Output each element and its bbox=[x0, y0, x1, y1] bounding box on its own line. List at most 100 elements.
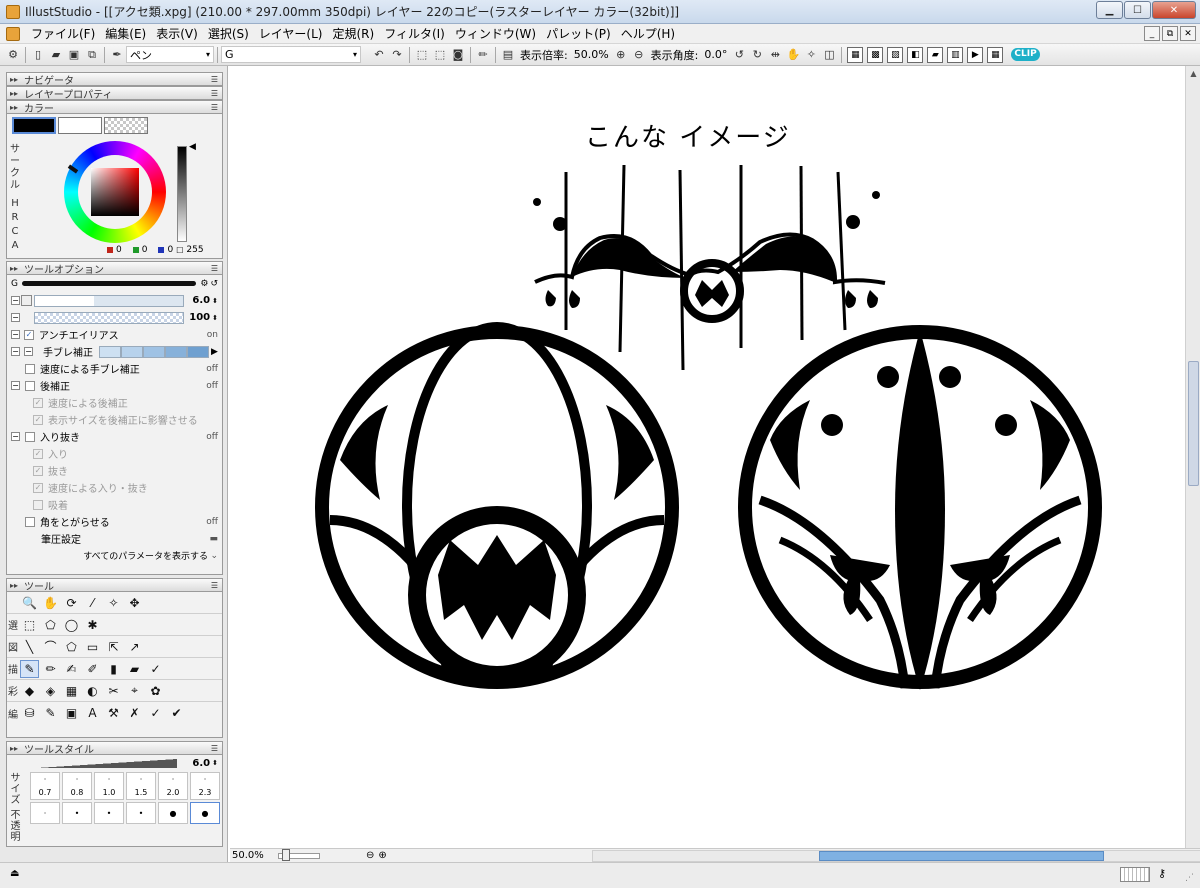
vertical-scrollbar[interactable]: ▲ bbox=[1185, 66, 1200, 848]
fill-lasso-icon[interactable]: ◈ bbox=[41, 682, 60, 700]
option-row[interactable]: − 後補正 off bbox=[7, 377, 222, 394]
option-checkbox[interactable] bbox=[25, 516, 35, 527]
menu-select[interactable]: 選択(S) bbox=[203, 25, 254, 42]
vertical-scroll-thumb[interactable] bbox=[1188, 361, 1199, 486]
open-folder-icon[interactable]: ▰ bbox=[48, 47, 64, 63]
collapse-icon[interactable]: − bbox=[11, 313, 20, 322]
size-preset[interactable]: • bbox=[62, 802, 92, 824]
fill-tool-icon[interactable]: ◆ bbox=[20, 682, 39, 700]
pressure-settings-row[interactable]: 筆圧設定 ▬ bbox=[7, 530, 222, 547]
stamp-tool-icon[interactable]: ⛁ bbox=[20, 704, 39, 722]
document-icon[interactable] bbox=[6, 26, 20, 41]
stabilizer-row[interactable]: − − 手ブレ補正 ▶ bbox=[7, 343, 222, 360]
opacity-tab[interactable]: 不透明 bbox=[10, 810, 21, 843]
option-checkbox[interactable] bbox=[25, 380, 35, 391]
menu-view[interactable]: 表示(V) bbox=[151, 25, 203, 42]
spin-icon[interactable]: ⬍ bbox=[212, 297, 218, 305]
pick-icon[interactable]: ✧ bbox=[803, 47, 819, 63]
size-preset[interactable]: • bbox=[126, 802, 156, 824]
settings-icon[interactable]: ▬ bbox=[209, 534, 218, 544]
vector-line-icon[interactable]: ✔ bbox=[167, 704, 186, 722]
blend-tool-icon[interactable]: ◐ bbox=[83, 682, 102, 700]
grid-icon[interactable]: ▦ bbox=[987, 46, 1004, 63]
size-preset[interactable]: ● bbox=[158, 802, 188, 824]
close-button[interactable]: ✕ bbox=[1152, 1, 1196, 19]
eyedropper-tool-icon[interactable]: ⁄ bbox=[83, 594, 102, 612]
navigator-header[interactable]: ▸▸ ナビゲータ ☰ bbox=[6, 72, 223, 87]
panel-menu-icon[interactable]: ☰ bbox=[211, 89, 218, 98]
mode-r[interactable]: R bbox=[10, 212, 20, 224]
frame-tool-icon[interactable]: ▣ bbox=[62, 704, 81, 722]
size-wedge[interactable] bbox=[37, 758, 177, 768]
transparent-swatch[interactable] bbox=[104, 117, 148, 134]
value-slider[interactable] bbox=[177, 146, 187, 242]
expand-icon[interactable]: ▸▸ bbox=[10, 744, 18, 753]
flip-icon[interactable]: ⇹ bbox=[767, 47, 783, 63]
zoom-in-icon[interactable]: ⊕ bbox=[378, 850, 386, 861]
brush-settings-icon[interactable]: ⚙ bbox=[200, 279, 208, 289]
size-preset[interactable]: · bbox=[30, 802, 60, 824]
save-all-icon[interactable]: ⧉ bbox=[84, 47, 100, 63]
hand-tool-icon[interactable]: ✋ bbox=[41, 594, 60, 612]
option-checkbox[interactable] bbox=[25, 431, 35, 442]
lasso-select-icon[interactable]: ◯ bbox=[62, 616, 81, 634]
pen-icon[interactable]: ✏ bbox=[475, 47, 491, 63]
show-all-params-link[interactable]: すべてのパラメータを表示する ⌄ bbox=[7, 547, 222, 564]
balloon-tool-icon[interactable]: ⚒ bbox=[104, 704, 123, 722]
rotate-tool-icon[interactable]: ⟳ bbox=[62, 594, 81, 612]
mode-a[interactable]: A bbox=[10, 240, 20, 252]
brush-tool-icon[interactable]: ✐ bbox=[83, 660, 102, 678]
antialias-row[interactable]: − ✓ アンチエイリアス on bbox=[7, 326, 222, 343]
hand-icon[interactable]: ✋ bbox=[785, 47, 801, 63]
new-file-icon[interactable]: ▯ bbox=[30, 47, 46, 63]
zoom-out-icon[interactable]: ⊖ bbox=[366, 850, 374, 861]
size-preset[interactable]: · 2.3 bbox=[190, 772, 220, 800]
rect-select-icon[interactable]: ⬚ bbox=[20, 616, 39, 634]
arrow-tool-icon[interactable]: ↗ bbox=[125, 638, 144, 656]
foreground-color-swatch[interactable] bbox=[12, 117, 56, 134]
pen-tool-icon[interactable]: ✎ bbox=[20, 659, 39, 678]
menu-edit[interactable]: 編集(E) bbox=[100, 25, 151, 42]
select-rect-icon[interactable]: ⬚ bbox=[414, 47, 430, 63]
doc-restore-button[interactable]: ⧉ bbox=[1162, 26, 1178, 41]
lock-icon[interactable]: ⚷ bbox=[1158, 867, 1166, 880]
correction-tool-icon[interactable]: ✓ bbox=[146, 660, 165, 678]
panel-menu-icon[interactable]: ☰ bbox=[211, 103, 218, 112]
spin-icon[interactable]: ⬍ bbox=[212, 759, 218, 767]
resize-grip-icon[interactable]: ⋰ bbox=[1185, 873, 1194, 883]
antialias-checkbox[interactable]: ✓ bbox=[24, 329, 34, 340]
density-slider[interactable] bbox=[34, 311, 184, 324]
polyline-tool-icon[interactable]: ⬠ bbox=[62, 638, 81, 656]
size-tab[interactable]: サイズ bbox=[10, 773, 21, 806]
play-icon[interactable]: ▶ bbox=[967, 46, 984, 63]
zoom-slider[interactable] bbox=[278, 848, 320, 861]
collapse-icon[interactable]: − bbox=[11, 347, 20, 356]
redo-icon[interactable]: ↷ bbox=[389, 47, 405, 63]
angle-value[interactable]: 0.0° bbox=[704, 48, 727, 61]
vector-edit-icon[interactable]: ✓ bbox=[146, 704, 165, 722]
panel-menu-icon[interactable]: ☰ bbox=[211, 744, 218, 753]
line-tool-icon[interactable]: ╲ bbox=[20, 638, 39, 656]
ruler-tool-icon[interactable]: ⇱ bbox=[104, 638, 123, 656]
option-row[interactable]: 角をとがらせる off bbox=[7, 513, 222, 530]
zoom-value[interactable]: 50.0% bbox=[574, 48, 609, 61]
drawing-canvas[interactable]: こんな イメージ bbox=[230, 66, 1185, 848]
panel-menu-icon[interactable]: ☰ bbox=[211, 75, 218, 84]
view-icon[interactable]: ▤ bbox=[500, 47, 516, 63]
expand-icon[interactable]: ▸▸ bbox=[10, 103, 18, 112]
horizontal-scroll-thumb[interactable] bbox=[819, 851, 1104, 861]
background-color-swatch[interactable] bbox=[58, 117, 102, 134]
mode-c[interactable]: C bbox=[10, 226, 20, 238]
target-tool-icon[interactable]: ⌖ bbox=[125, 682, 144, 700]
size-preset[interactable]: · 0.7 bbox=[30, 772, 60, 800]
doc-close-button[interactable]: ✕ bbox=[1180, 26, 1196, 41]
eject-icon[interactable]: ⏏ bbox=[10, 868, 19, 879]
keyboard-icon[interactable] bbox=[1120, 867, 1150, 882]
layer-icon[interactable]: ▦ bbox=[847, 46, 864, 63]
expand-icon[interactable]: ▸▸ bbox=[10, 89, 18, 98]
collapse-icon[interactable]: − bbox=[11, 381, 20, 390]
zoom-out-icon[interactable]: ⊖ bbox=[631, 47, 647, 63]
material-icon[interactable]: ▥ bbox=[947, 46, 964, 63]
zoom-in-icon[interactable]: ⊕ bbox=[613, 47, 629, 63]
effect-line-tool-icon[interactable]: ✗ bbox=[125, 704, 144, 722]
